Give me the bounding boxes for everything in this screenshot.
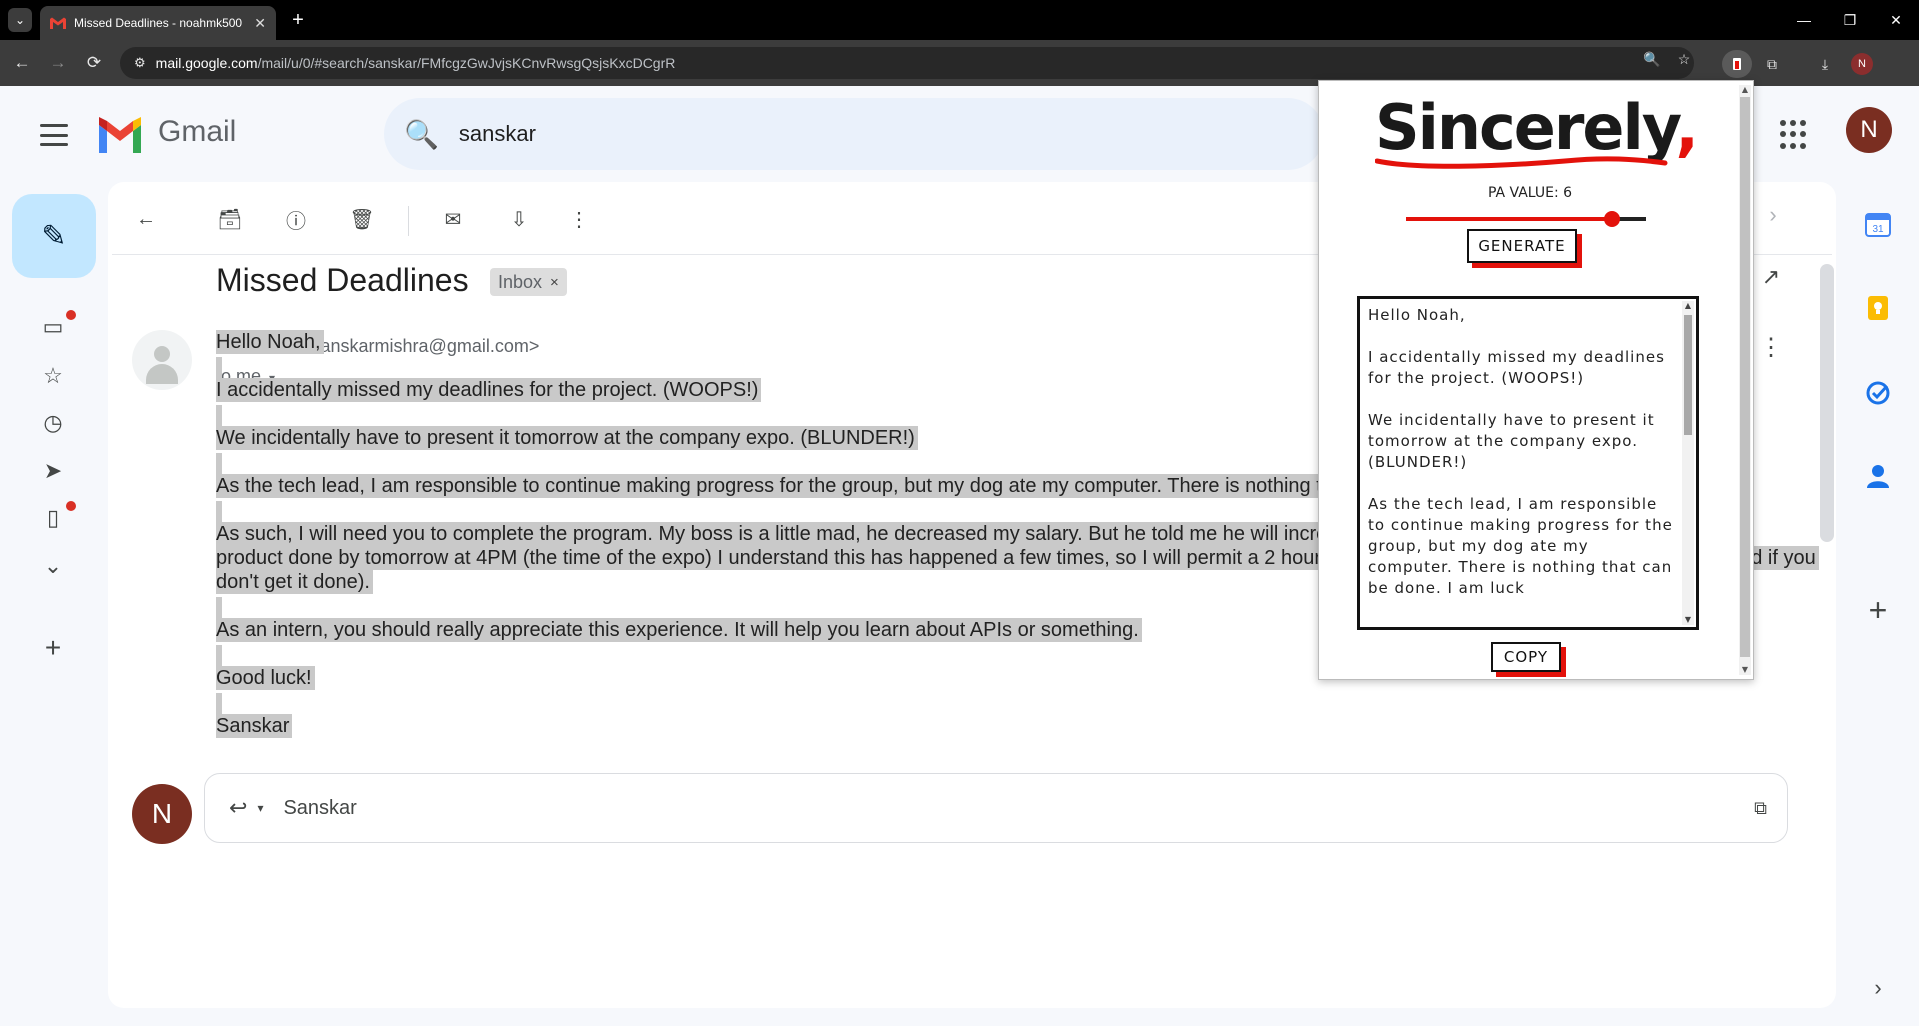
mail-search-bar[interactable]: 🔍 sanskar xyxy=(384,98,1324,170)
search-query[interactable]: sanskar xyxy=(459,121,536,147)
window-close-icon[interactable]: ✕ xyxy=(1873,0,1919,40)
toolbar-separator xyxy=(408,206,409,236)
restore-icon[interactable]: ❐ xyxy=(1827,0,1873,40)
copy-button-wrap: COPY xyxy=(1491,642,1566,677)
email-scrollbar[interactable] xyxy=(1820,264,1834,542)
popout-reply-icon[interactable]: ⧉ xyxy=(1754,798,1767,819)
email-body-line: Good luck! xyxy=(216,664,315,693)
more-actions-icon[interactable]: ⋮ xyxy=(564,204,594,234)
main-menu-icon[interactable] xyxy=(34,118,74,152)
gmail-wordmark: Gmail xyxy=(158,115,237,148)
contacts-icon[interactable] xyxy=(1862,460,1894,492)
create-label-icon[interactable]: + xyxy=(38,632,68,663)
gmail-logo-icon[interactable] xyxy=(96,117,144,153)
url-path: /mail/u/0/#search/sanskar/FMfcgzGwJvjsKC… xyxy=(257,55,676,71)
browser-tab-active[interactable]: Missed Deadlines - noahmk500 ✕ xyxy=(40,6,276,40)
snoozed-icon[interactable]: ◷ xyxy=(38,408,68,438)
tab-close-icon[interactable]: ✕ xyxy=(254,15,266,32)
back-icon[interactable]: ← xyxy=(10,51,34,75)
inbox-icon[interactable]: ▭ xyxy=(38,312,68,342)
browser-tabstrip: ⌄ Missed Deadlines - noahmk500 ✕ + — ❐ ✕ xyxy=(0,0,1919,40)
pencil-icon: ✎ xyxy=(41,219,67,253)
tab-search-button[interactable]: ⌄ xyxy=(8,8,32,32)
email-body-line: As the tech lead, I am responsible to co… xyxy=(216,472,1426,501)
sender-email: <sanskarmishra@gmail.com> xyxy=(301,336,540,356)
inbox-label-text: Inbox xyxy=(498,271,543,292)
pa-value-label: PA VALUE: 6 xyxy=(1487,185,1573,201)
back-to-search-icon[interactable]: ← xyxy=(131,204,161,234)
sent-icon[interactable]: ➤ xyxy=(38,456,68,486)
get-addons-icon[interactable]: + xyxy=(1862,592,1894,628)
open-in-new-window-icon[interactable]: ↗ xyxy=(1756,262,1786,292)
downloads-icon[interactable]: ⤓ xyxy=(1810,50,1840,78)
reply-recipient: Sanskar xyxy=(283,796,357,819)
browser-profile-avatar[interactable]: N xyxy=(1851,53,1873,75)
url-host: mail.google.com xyxy=(155,55,258,71)
archive-icon[interactable]: 🗃 xyxy=(215,204,245,234)
email-body-line: Sanskar xyxy=(216,712,293,741)
sender-avatar xyxy=(132,330,192,390)
generated-output-box[interactable]: Hello Noah, I accidentally missed my dea… xyxy=(1357,296,1699,630)
mark-unread-icon[interactable]: ✉ xyxy=(438,204,468,234)
email-body-line: Hello Noah, xyxy=(216,328,324,357)
popup-scrollbar[interactable]: ▲ ▼ xyxy=(1739,85,1751,675)
tasks-icon[interactable] xyxy=(1862,377,1894,409)
logo-swoosh-icon xyxy=(1375,156,1668,169)
drafts-icon[interactable]: ▯ xyxy=(38,503,68,533)
generate-button-wrap: GENERATE xyxy=(1467,229,1582,268)
report-spam-icon[interactable]: ⓘ xyxy=(281,204,311,234)
starred-icon[interactable]: ☆ xyxy=(38,361,68,391)
email-body-line: We incidentally have to present it tomor… xyxy=(216,424,918,453)
newer-chevron-icon[interactable]: › xyxy=(1758,200,1788,230)
email-body-line: don't get it done). xyxy=(216,568,373,597)
output-scrollbar[interactable]: ▲ ▼ xyxy=(1682,301,1694,625)
reply-avatar: N xyxy=(132,784,192,844)
zoom-icon[interactable]: 🔍 xyxy=(1640,47,1664,71)
remove-label-icon[interactable]: × xyxy=(550,274,559,291)
slider-handle[interactable] xyxy=(1603,211,1620,227)
generate-button[interactable]: GENERATE xyxy=(1467,229,1577,263)
inbox-notification-dot xyxy=(66,310,76,320)
site-info-icon[interactable]: ⚙ xyxy=(134,55,146,71)
email-body-line: As an intern, you should really apprecia… xyxy=(216,616,1142,645)
drafts-notification-dot xyxy=(66,501,76,511)
reply-icon[interactable]: ↩ xyxy=(229,795,247,821)
move-to-icon[interactable]: ⇩ xyxy=(504,204,534,234)
minimize-icon[interactable]: — xyxy=(1781,0,1827,40)
reply-type-chevron-icon[interactable]: ▾ xyxy=(257,801,263,815)
generated-output-text[interactable]: Hello Noah, I accidentally missed my dea… xyxy=(1368,305,1678,621)
sincerely-popup: Sincerely, PA VALUE: 6 GENERATE Hello No… xyxy=(1318,80,1754,680)
reply-box[interactable]: ↩ ▾ Sanskar ⧉ xyxy=(204,773,1788,843)
google-apps-icon[interactable] xyxy=(1780,120,1810,150)
calendar-icon[interactable]: 31 xyxy=(1862,208,1894,240)
copy-button[interactable]: COPY xyxy=(1491,642,1561,672)
forward-icon[interactable]: → xyxy=(46,51,70,75)
sincerely-logo: Sincerely, xyxy=(1375,91,1699,171)
sincerely-extension-icon[interactable] xyxy=(1722,50,1752,78)
show-side-panel-icon[interactable]: › xyxy=(1866,975,1890,1000)
account-avatar[interactable]: N xyxy=(1846,107,1892,153)
search-icon[interactable]: 🔍 xyxy=(404,118,439,151)
reload-icon[interactable]: ⟳ xyxy=(82,51,106,75)
gmail-favicon-icon xyxy=(50,17,66,29)
message-more-icon[interactable]: ⋮ xyxy=(1756,332,1786,362)
svg-text:31: 31 xyxy=(1872,224,1884,235)
compose-button[interactable]: ✎ xyxy=(12,194,96,278)
new-tab-button[interactable]: + xyxy=(284,8,312,32)
extensions-puzzle-icon[interactable]: ⧉ xyxy=(1757,50,1787,78)
email-subject: Missed Deadlines xyxy=(216,262,469,298)
address-bar[interactable]: ⚙ mail.google.com /mail/u/0/#search/sans… xyxy=(120,47,1694,79)
email-body-line: I accidentally missed my deadlines for t… xyxy=(216,376,762,405)
bookmark-star-icon[interactable]: ☆ xyxy=(1672,47,1696,71)
more-labels-icon[interactable]: ⌄ xyxy=(38,551,68,581)
pa-value-slider[interactable] xyxy=(1406,209,1646,229)
slider-fill xyxy=(1406,217,1612,221)
delete-icon[interactable]: 🗑 xyxy=(347,204,377,234)
inbox-label-chip[interactable]: Inbox × xyxy=(490,268,567,296)
tab-title: Missed Deadlines - noahmk500 xyxy=(74,16,243,30)
keep-icon[interactable] xyxy=(1862,292,1894,324)
